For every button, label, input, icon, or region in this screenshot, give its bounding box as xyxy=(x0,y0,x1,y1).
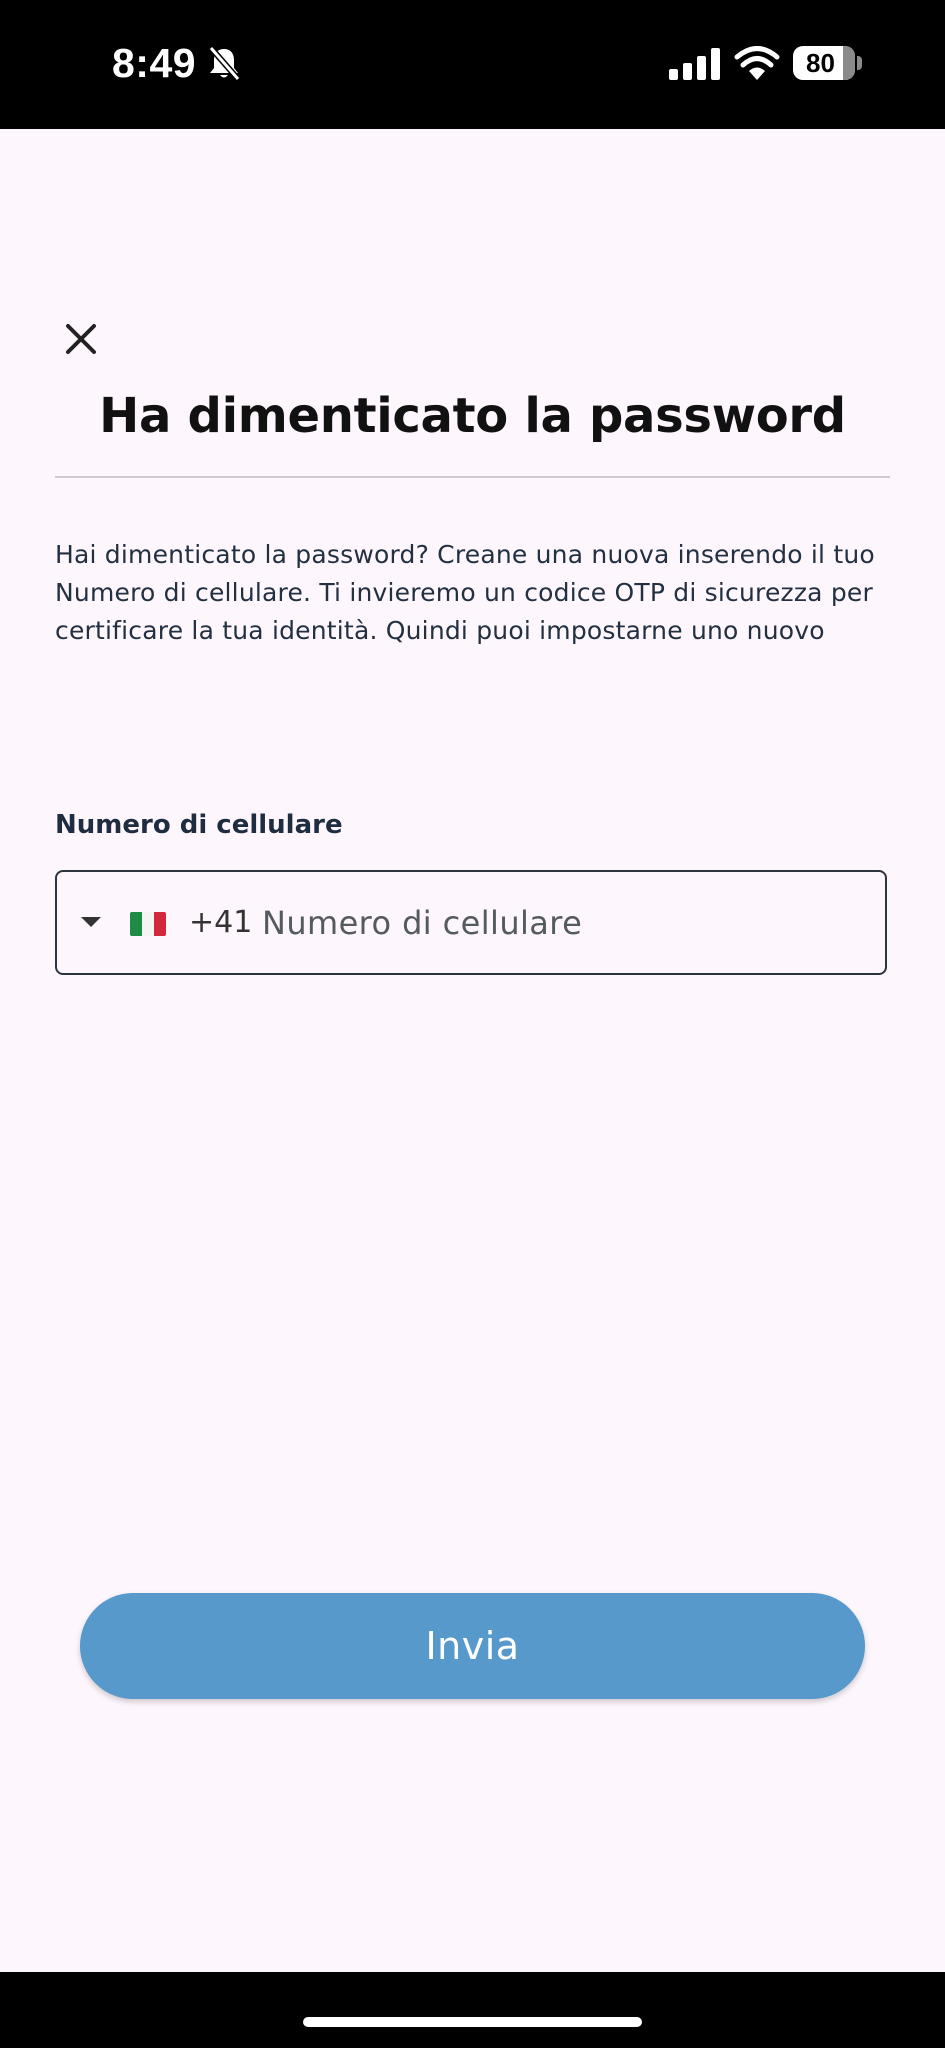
cellular-signal-icon xyxy=(669,48,720,80)
dial-code[interactable]: +41 xyxy=(189,872,252,973)
wifi-icon xyxy=(734,46,780,80)
phone-number-input[interactable] xyxy=(262,872,862,973)
description-text: Hai dimenticato la password? Creane una … xyxy=(55,540,875,645)
bottom-bar xyxy=(0,1972,945,2048)
battery-icon: 80 xyxy=(793,46,855,80)
battery-tip xyxy=(857,56,862,70)
home-indicator[interactable] xyxy=(303,2017,642,2027)
status-bar: 8:49 80 xyxy=(0,0,945,129)
country-dropdown-caret-icon[interactable] xyxy=(81,917,101,927)
close-icon[interactable] xyxy=(56,314,106,364)
phone-input-container: +41 xyxy=(55,870,887,975)
title-divider xyxy=(55,476,890,478)
phone-field-label: Numero di cellulare xyxy=(55,810,343,840)
battery-percentage: 80 xyxy=(806,48,835,78)
page-title: Ha dimenticato la password xyxy=(99,388,846,444)
bell-slash-icon xyxy=(208,46,241,81)
submit-button[interactable]: Invia xyxy=(80,1593,865,1699)
status-time: 8:49 xyxy=(112,40,197,86)
italy-flag-icon[interactable] xyxy=(130,912,166,936)
